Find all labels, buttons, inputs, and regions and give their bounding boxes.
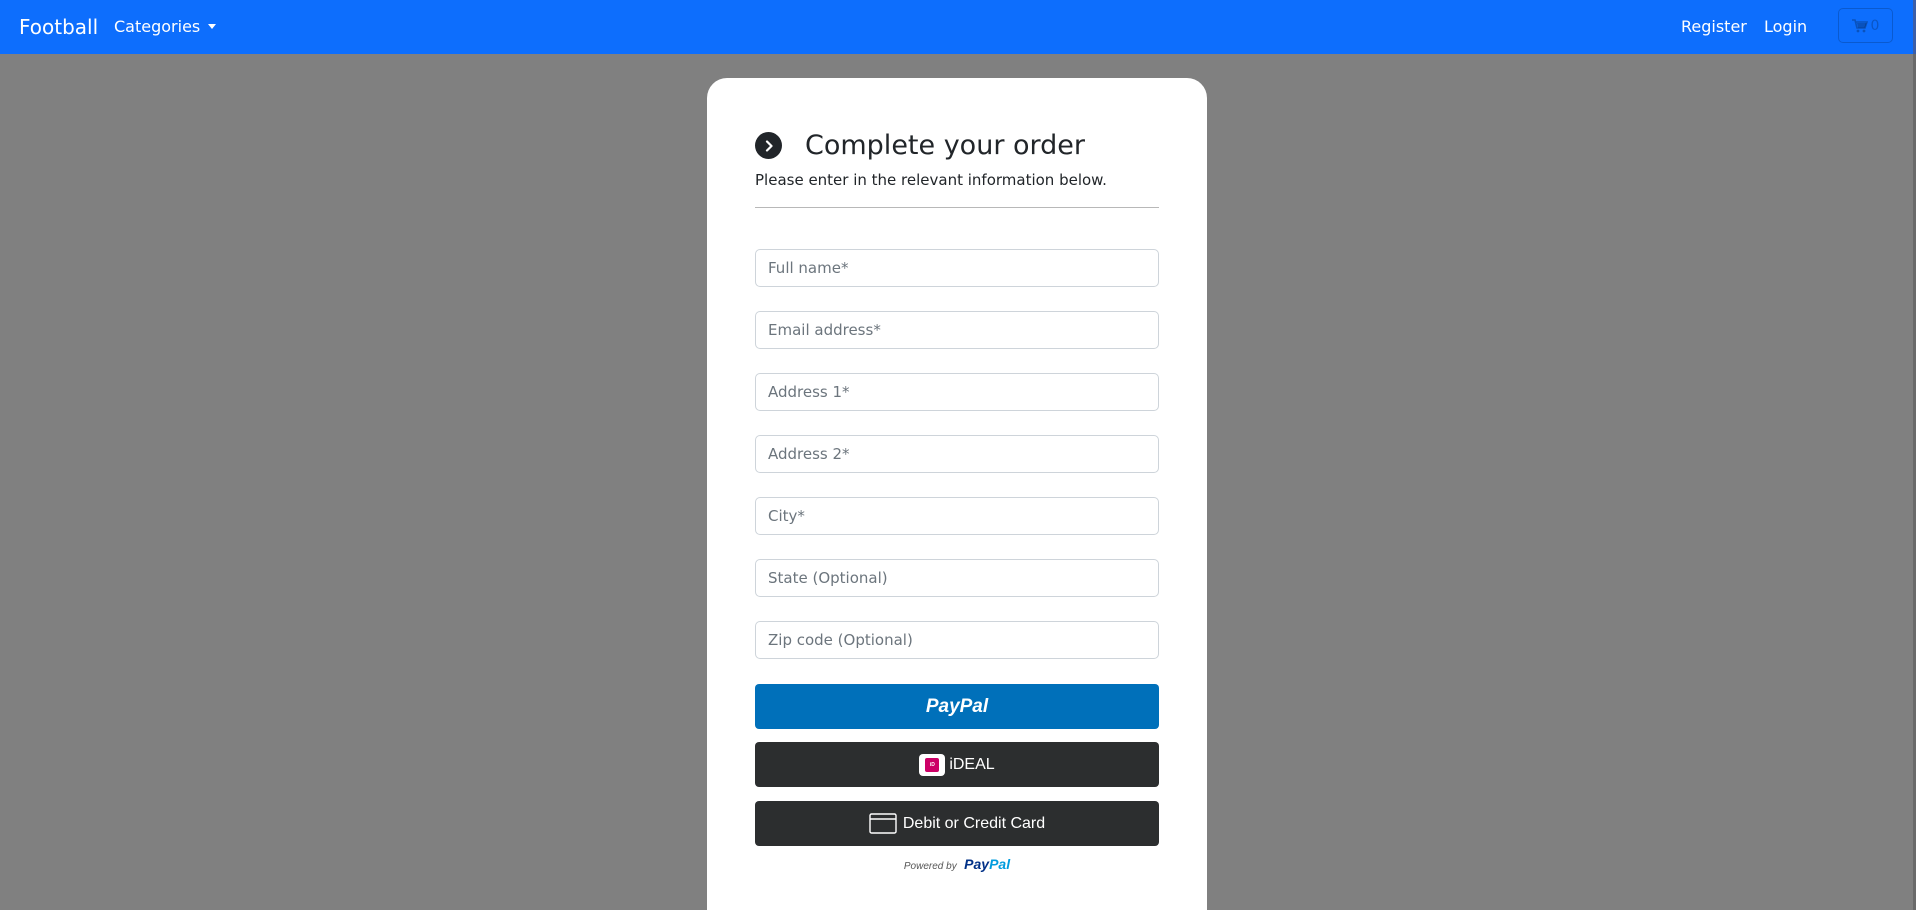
page-subtitle: Please enter in the relevant information…	[755, 171, 1107, 189]
credit-card-icon	[869, 813, 897, 834]
categories-dropdown[interactable]: Categories	[114, 17, 217, 36]
powered-by-text: Powered by	[903, 861, 957, 872]
paypal-button-label: PayPal	[925, 695, 989, 717]
powered-by-paypal: Powered by PayPal	[755, 856, 1159, 874]
register-link[interactable]: Register	[1681, 17, 1747, 36]
categories-label: Categories	[114, 17, 201, 36]
top-navbar: Football Categories Register Login 0	[0, 0, 1913, 54]
ideal-button[interactable]: iD iDEAL	[755, 742, 1159, 787]
full-name-input[interactable]	[755, 249, 1159, 287]
cart-icon	[1851, 18, 1868, 32]
card-payment-button[interactable]: Debit or Credit Card	[755, 801, 1159, 846]
ideal-button-label: iDEAL	[949, 755, 995, 773]
ideal-logo-icon: iD	[919, 753, 946, 776]
card-button-label: Debit or Credit Card	[902, 814, 1046, 832]
divider	[755, 207, 1159, 208]
checkout-card: Complete your order Please enter in the …	[707, 78, 1207, 910]
address1-input[interactable]	[755, 373, 1159, 411]
email-input[interactable]	[755, 311, 1159, 349]
paypal-logo: PayPal	[964, 856, 1010, 872]
login-link[interactable]: Login	[1764, 17, 1807, 36]
caret-down-icon	[208, 24, 217, 29]
chevron-right-circle-icon	[755, 132, 782, 159]
brand-link[interactable]: Football	[19, 15, 98, 39]
zip-input[interactable]	[755, 621, 1159, 659]
paypal-button[interactable]: PayPal	[755, 684, 1159, 729]
page-title: Complete your order	[805, 130, 1085, 161]
city-input[interactable]	[755, 497, 1159, 535]
heading-row: Complete your order	[755, 130, 1085, 161]
address2-input[interactable]	[755, 435, 1159, 473]
paypal-logo-pay: Pay	[964, 856, 990, 872]
cart-button[interactable]: 0	[1838, 8, 1893, 43]
state-input[interactable]	[755, 559, 1159, 597]
cart-count: 0	[1870, 17, 1880, 34]
paypal-logo-pal: Pal	[989, 856, 1011, 872]
